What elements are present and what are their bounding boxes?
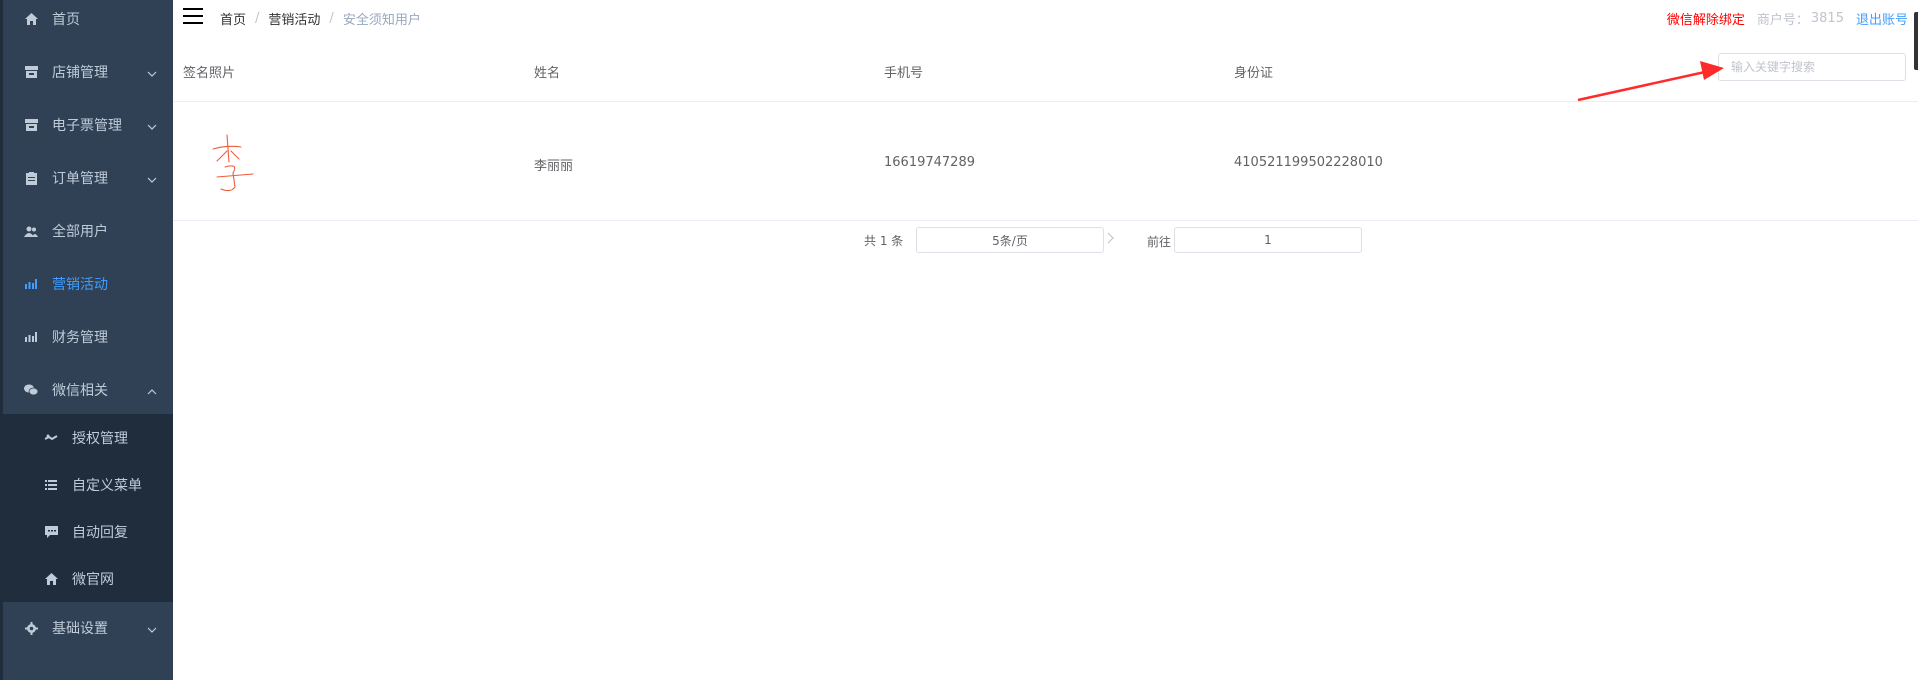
sidebar-subitem-micro-site[interactable]: 微官网 bbox=[0, 555, 173, 602]
app-window: 首页 店铺管理 电子票管理 订单管理 全部用户 营销活动 财务管理 微信相关 授… bbox=[0, 0, 1918, 680]
breadcrumb-separator: / bbox=[329, 11, 334, 26]
sidebar-item-label: 财务管理 bbox=[52, 330, 108, 346]
sidebar-item-label: 基础设置 bbox=[52, 621, 108, 637]
sidebar-item-all-users[interactable]: 全部用户 bbox=[0, 205, 173, 257]
sidebar-item-label: 电子票管理 bbox=[52, 118, 122, 134]
breadcrumb: 首页 / 营销活动 / 安全须知用户 bbox=[220, 9, 421, 28]
sidebar-subitem-label: 自动回复 bbox=[72, 524, 128, 541]
sidebar-subitem-custom-menu[interactable]: 自定义菜单 bbox=[0, 461, 173, 508]
store-icon bbox=[22, 66, 40, 78]
sidebar-item-settings[interactable]: 基础设置 bbox=[0, 602, 173, 654]
breadcrumb-marketing[interactable]: 营销活动 bbox=[268, 9, 320, 28]
table-row: 李丽丽 16619747289 410521199502228010 bbox=[173, 103, 1918, 221]
chevron-down-icon bbox=[147, 623, 157, 639]
sidebar-item-label: 首页 bbox=[52, 12, 80, 28]
gear-icon bbox=[22, 621, 40, 635]
column-header-name: 姓名 bbox=[534, 66, 561, 81]
list-icon bbox=[42, 479, 60, 491]
pagination: 共 1 条 5条/页 前往 1 bbox=[173, 223, 1918, 253]
sidebar-item-finance[interactable]: 财务管理 bbox=[0, 311, 173, 363]
sidebar-item-label: 全部用户 bbox=[52, 224, 108, 240]
annotation-arrow bbox=[1577, 61, 1724, 102]
pagination-total: 共 1 条 bbox=[864, 234, 904, 248]
sidebar-subitem-auth[interactable]: 授权管理 bbox=[0, 414, 173, 461]
sidebar-item-home[interactable]: 首页 bbox=[0, 0, 173, 45]
breadcrumb-home[interactable]: 首页 bbox=[220, 9, 246, 28]
bar-chart-icon bbox=[22, 332, 40, 342]
wechat-icon bbox=[22, 384, 40, 396]
home-icon bbox=[42, 572, 60, 585]
signature-image bbox=[209, 127, 265, 197]
chevron-right-icon[interactable] bbox=[1106, 232, 1114, 248]
search-input[interactable] bbox=[1718, 53, 1906, 81]
goto-page-input[interactable]: 1 bbox=[1174, 227, 1362, 253]
hamburger-menu-icon[interactable] bbox=[183, 8, 203, 24]
ticket-icon bbox=[22, 119, 40, 131]
table-header: 签名照片 姓名 手机号 身份证 bbox=[173, 36, 1918, 102]
chevron-down-icon bbox=[147, 173, 157, 189]
wechat-submenu: 授权管理 自定义菜单 自动回复 微官网 bbox=[0, 414, 173, 602]
merchant-label: 商户号： bbox=[1756, 13, 1809, 28]
sidebar-subitem-label: 微官网 bbox=[72, 571, 114, 588]
logout-link[interactable]: 退出账号 bbox=[1856, 9, 1908, 28]
sidebar-item-label: 店铺管理 bbox=[52, 65, 108, 81]
cell-phone: 16619747289 bbox=[884, 155, 975, 170]
navbar-right: 微信解除绑定 商户号： 3815 退出账号 bbox=[1667, 9, 1908, 28]
users-icon bbox=[22, 226, 40, 237]
sidebar-item-marketing[interactable]: 营销活动 bbox=[0, 258, 173, 310]
page-size-select[interactable]: 5条/页 bbox=[916, 227, 1104, 253]
sidebar-item-label: 订单管理 bbox=[52, 171, 108, 187]
sidebar-item-store[interactable]: 店铺管理 bbox=[0, 46, 173, 98]
column-header-signature: 签名照片 bbox=[183, 66, 236, 81]
clipboard-icon bbox=[22, 171, 40, 185]
sidebar-item-label: 营销活动 bbox=[52, 277, 108, 293]
sidebar-subitem-label: 自定义菜单 bbox=[72, 477, 142, 494]
sidebar-item-orders[interactable]: 订单管理 bbox=[0, 152, 173, 204]
goto-label: 前往 bbox=[1147, 235, 1172, 249]
breadcrumb-current: 安全须知用户 bbox=[342, 13, 421, 28]
chat-icon bbox=[42, 525, 60, 538]
cell-id-card: 410521199502228010 bbox=[1234, 155, 1383, 170]
sidebar-subitem-label: 授权管理 bbox=[72, 430, 128, 447]
bar-chart-icon bbox=[22, 279, 40, 289]
sidebar-item-label: 微信相关 bbox=[52, 383, 108, 399]
home-icon bbox=[22, 13, 40, 25]
cell-name: 李丽丽 bbox=[534, 159, 574, 174]
chevron-down-icon bbox=[147, 67, 157, 83]
link-icon bbox=[42, 433, 60, 443]
breadcrumb-separator: / bbox=[255, 11, 260, 26]
chevron-down-icon bbox=[147, 120, 157, 136]
chevron-up-icon bbox=[147, 385, 157, 401]
sidebar-item-ticket[interactable]: 电子票管理 bbox=[0, 99, 173, 151]
column-header-phone: 手机号 bbox=[884, 66, 924, 81]
navbar: 首页 / 营销活动 / 安全须知用户 微信解除绑定 商户号： 3815 退出账号 bbox=[173, 0, 1918, 70]
sidebar-subitem-auto-reply[interactable]: 自动回复 bbox=[0, 508, 173, 555]
unbind-wechat-button[interactable]: 微信解除绑定 bbox=[1667, 9, 1745, 28]
sidebar: 首页 店铺管理 电子票管理 订单管理 全部用户 营销活动 财务管理 微信相关 授… bbox=[0, 0, 173, 680]
merchant-number: 3815 bbox=[1810, 11, 1844, 26]
column-header-id-card: 身份证 bbox=[1234, 66, 1274, 81]
sidebar-item-wechat[interactable]: 微信相关 bbox=[0, 364, 173, 416]
